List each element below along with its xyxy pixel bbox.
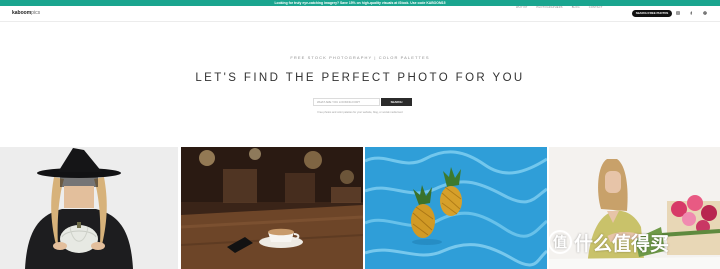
photo-coffee-cafe[interactable] bbox=[181, 147, 363, 269]
nav-item-contact[interactable]: CONTACT bbox=[589, 6, 603, 10]
instagram-icon[interactable] bbox=[676, 11, 680, 16]
search-button[interactable]: SEARCH bbox=[381, 98, 412, 106]
watermark-text: 什么值得买 bbox=[574, 233, 670, 255]
search-free-photos-button[interactable]: SEARCH FREE PHOTOS bbox=[632, 9, 672, 17]
site-header: kaboompics WHY KP PHOTOGRAPHERS BLOG CON… bbox=[0, 6, 720, 22]
logo-bold-text: kaboom bbox=[12, 10, 32, 16]
site-watermark: 值 什么值得买 bbox=[548, 227, 669, 257]
pinterest-icon[interactable] bbox=[703, 11, 707, 16]
hero-headline: LET'S FIND THE PERFECT PHOTO FOR YOU bbox=[195, 72, 525, 84]
nav-item-why-kp[interactable]: WHY KP bbox=[516, 6, 527, 10]
watermark-badge-icon: 值 bbox=[548, 230, 572, 254]
hero-hint: Free photos and color palettes for your … bbox=[317, 111, 403, 114]
facebook-icon[interactable] bbox=[689, 11, 693, 16]
nav-item-blog[interactable]: BLOG bbox=[572, 6, 580, 10]
site-logo[interactable]: kaboompics bbox=[12, 10, 40, 17]
hero-tagline: FREE STOCK PHOTOGRAPHY | COLOR PALETTES bbox=[290, 55, 430, 60]
photo-pineapples-pool[interactable] bbox=[365, 147, 547, 269]
logo-light-text: pics bbox=[31, 10, 41, 16]
nav-item-photographers[interactable]: PHOTOGRAPHERS bbox=[536, 6, 562, 10]
top-nav: WHY KP PHOTOGRAPHERS BLOG CONTACT bbox=[516, 6, 603, 10]
search-input[interactable]: WHAT ARE YOU LOOKING FOR? bbox=[313, 98, 380, 106]
photo-witch-pumpkin[interactable] bbox=[0, 147, 178, 269]
